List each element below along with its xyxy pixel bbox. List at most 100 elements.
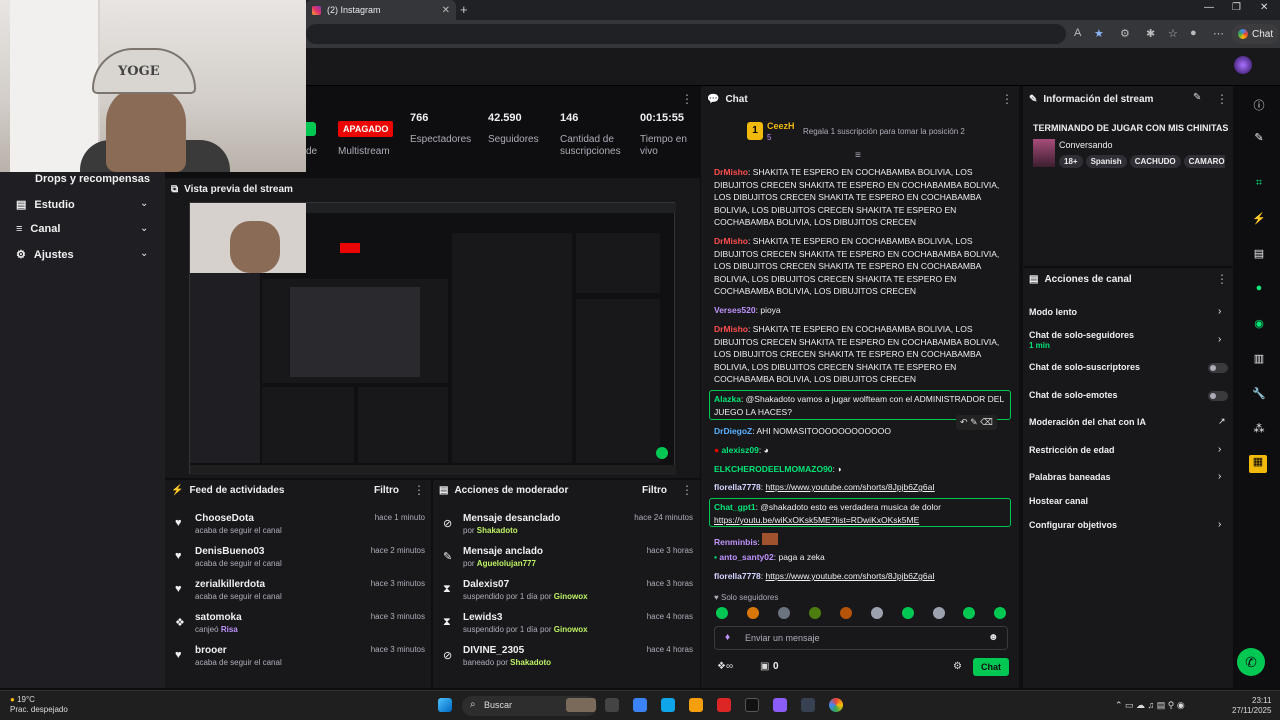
action-followers-only[interactable]: Chat de solo-seguidores bbox=[1029, 330, 1134, 340]
task-view-icon[interactable] bbox=[605, 698, 619, 712]
weather-widget[interactable]: ● 19°C Prac. despejado bbox=[10, 695, 68, 715]
read-aloud-icon[interactable]: A bbox=[1074, 27, 1081, 39]
emote-button[interactable] bbox=[809, 607, 821, 619]
mod-menu-icon[interactable]: ⋮ bbox=[681, 483, 693, 497]
puzzle-icon[interactable]: ✱ bbox=[1146, 27, 1155, 40]
emote-button[interactable] bbox=[963, 607, 975, 619]
list-item[interactable]: ♥ brooer acaba de seguir el canal hace 3 mi… bbox=[175, 645, 425, 675]
multistream-status-badge[interactable]: APAGADO bbox=[338, 121, 394, 137]
maximize-icon[interactable]: ❐ bbox=[1232, 2, 1241, 13]
app-icon[interactable] bbox=[717, 698, 731, 712]
file-explorer-icon[interactable] bbox=[689, 698, 703, 712]
action-banned-words[interactable]: Palabras baneadas bbox=[1029, 472, 1111, 482]
sidebar-item-drops[interactable]: Drops y recompensas bbox=[35, 173, 150, 185]
leaderboard-user[interactable]: CeezH bbox=[767, 121, 795, 131]
stream-preview-video[interactable] bbox=[189, 202, 676, 475]
capcut-icon[interactable] bbox=[745, 698, 759, 712]
feed-menu-icon[interactable]: ⋮ bbox=[413, 483, 425, 497]
actions-menu-icon[interactable]: ⋮ bbox=[1216, 272, 1228, 286]
bookmark-star-icon[interactable]: ★ bbox=[1094, 27, 1104, 40]
emote-button[interactable] bbox=[933, 607, 945, 619]
emote-only-toggle[interactable] bbox=[1208, 391, 1228, 401]
chat-bubble-icon[interactable]: ● bbox=[1252, 282, 1266, 296]
mod-filter-button[interactable]: Filtro bbox=[642, 485, 667, 496]
chevron-right-icon[interactable]: › bbox=[1218, 334, 1221, 345]
emote-button[interactable] bbox=[747, 607, 759, 619]
lightning-icon[interactable]: ⚡ bbox=[1252, 212, 1266, 226]
favorites-icon[interactable]: ☆ bbox=[1168, 27, 1178, 40]
avatar[interactable] bbox=[1234, 56, 1252, 74]
list-item[interactable]: ♥ DenisBueno03 acaba de seguir el canal hac… bbox=[175, 546, 425, 576]
chevron-down-icon[interactable]: ⌄ bbox=[140, 248, 148, 259]
action-emote-only[interactable]: Chat de solo-emotes bbox=[1029, 390, 1118, 400]
list-item[interactable]: ♥ zerialkillerdota acaba de seguir el cana… bbox=[175, 579, 425, 609]
edit-icon[interactable]: ✎ bbox=[1193, 92, 1201, 103]
close-tab-icon[interactable]: ✕ bbox=[442, 5, 450, 16]
emote-button[interactable] bbox=[716, 607, 728, 619]
chat-input[interactable]: Enviar un mensaje bbox=[714, 626, 1008, 650]
sidebar-item-canal[interactable]: ≡ Canal bbox=[16, 223, 60, 235]
chrome-icon[interactable] bbox=[829, 698, 843, 712]
document-icon[interactable]: ▤ bbox=[1252, 247, 1266, 261]
subs-only-toggle[interactable] bbox=[1208, 363, 1228, 373]
stats-menu-icon[interactable]: ⋮ bbox=[681, 92, 693, 106]
emote-picker-icon[interactable]: ☻ bbox=[988, 632, 999, 643]
browser-tab[interactable]: (2) Instagram ✕ bbox=[306, 0, 456, 20]
windows-start-icon[interactable] bbox=[438, 698, 452, 712]
chevron-right-icon[interactable]: › bbox=[1218, 519, 1221, 530]
feed-filter-button[interactable]: Filtro bbox=[374, 485, 399, 496]
action-age-restriction[interactable]: Restricción de edad bbox=[1029, 445, 1115, 455]
layout-icon[interactable]: ▥ bbox=[1252, 352, 1266, 366]
sidebar-item-ajustes[interactable]: ⚙ Ajustes bbox=[16, 248, 74, 262]
minimize-icon[interactable]: — bbox=[1204, 2, 1214, 13]
chevron-right-icon[interactable]: › bbox=[1218, 306, 1221, 317]
menu-icon[interactable]: ⋯ bbox=[1213, 27, 1224, 40]
bits-icon[interactable]: ♦ bbox=[725, 632, 730, 643]
list-item[interactable]: ⊘ DIVINE_2305 baneado por Shakadoto hace 4 … bbox=[443, 645, 693, 675]
chevron-down-icon[interactable]: ⌄ bbox=[140, 223, 148, 234]
emote-button[interactable] bbox=[902, 607, 914, 619]
emote-button[interactable] bbox=[840, 607, 852, 619]
chat-menu-icon[interactable]: ⋮ bbox=[1001, 92, 1013, 106]
category-name[interactable]: Conversando bbox=[1059, 140, 1113, 150]
emote-button[interactable] bbox=[778, 607, 790, 619]
taskbar-image-icon[interactable] bbox=[566, 698, 596, 712]
list-item[interactable]: ⧗ Dalexis07 suspendido por 1 día por Ginow… bbox=[443, 579, 693, 609]
obs-icon[interactable] bbox=[801, 698, 815, 712]
gift-sub-text[interactable]: Regala 1 suscripción para tomar la posic… bbox=[803, 127, 965, 136]
chat-send-button[interactable]: Chat bbox=[973, 658, 1009, 676]
pencil-icon[interactable]: ✎ bbox=[1252, 131, 1266, 145]
sidebar-item-estudio[interactable]: ▤ Estudio bbox=[16, 198, 75, 212]
action-host-channel[interactable]: Hostear canal bbox=[1029, 496, 1088, 506]
list-item[interactable]: ❖ satomoka canjeó Risa hace 3 minutos bbox=[175, 612, 425, 642]
address-bar[interactable] bbox=[306, 24, 1066, 44]
calendar-icon[interactable]: ▦ bbox=[1249, 455, 1267, 473]
new-tab-button[interactable]: + bbox=[460, 2, 468, 17]
clip-icon[interactable]: ⌗ bbox=[1252, 177, 1266, 191]
chevron-down-icon[interactable]: ⌄ bbox=[140, 198, 148, 209]
list-item[interactable]: ⊘ Mensaje desanclado por Shakadoto hace 24 … bbox=[443, 513, 693, 543]
action-configure-goals[interactable]: Configurar objetivos bbox=[1029, 520, 1117, 530]
tray-icons[interactable]: ⌃ ▭ ☁ ♫ ▤ ⚲ ◉ bbox=[1115, 700, 1185, 711]
broadcast-icon[interactable]: ◉ bbox=[1252, 317, 1266, 331]
list-item[interactable]: ✎ Mensaje anclado por Aguelolujan777 hace 3… bbox=[443, 546, 693, 576]
emote-button[interactable] bbox=[994, 607, 1006, 619]
chat-settings-icon[interactable]: ⚙ bbox=[953, 661, 962, 672]
extension-icon[interactable]: ⚙ bbox=[1120, 27, 1130, 40]
profile-icon[interactable]: ● bbox=[1190, 27, 1197, 39]
chat-widget-icon[interactable]: ✆ bbox=[1237, 648, 1265, 676]
action-subs-only[interactable]: Chat de solo-suscriptores bbox=[1029, 362, 1140, 372]
share-icon[interactable]: ⁂ bbox=[1252, 422, 1266, 436]
external-link-icon[interactable]: ↗ bbox=[1218, 416, 1226, 427]
gift-icon[interactable]: ▣ bbox=[760, 661, 769, 672]
emote-button[interactable] bbox=[871, 607, 883, 619]
chevron-right-icon[interactable]: › bbox=[1218, 471, 1221, 482]
scroll-indicator-icon[interactable]: ≡ bbox=[855, 150, 861, 161]
system-clock[interactable]: 23:11 27/11/2025 bbox=[1232, 696, 1271, 716]
action-ai-moderation[interactable]: Moderación del chat con IA bbox=[1029, 417, 1146, 427]
chevron-right-icon[interactable]: › bbox=[1218, 444, 1221, 455]
channel-points-icon[interactable]: ❖∞ bbox=[717, 661, 733, 672]
list-item[interactable]: ♥ ChooseDota acaba de seguir el canal hace … bbox=[175, 513, 425, 543]
edge-icon[interactable] bbox=[661, 698, 675, 712]
list-item[interactable]: ⧗ Lewids3 suspendido por 1 día por Ginowox… bbox=[443, 612, 693, 642]
